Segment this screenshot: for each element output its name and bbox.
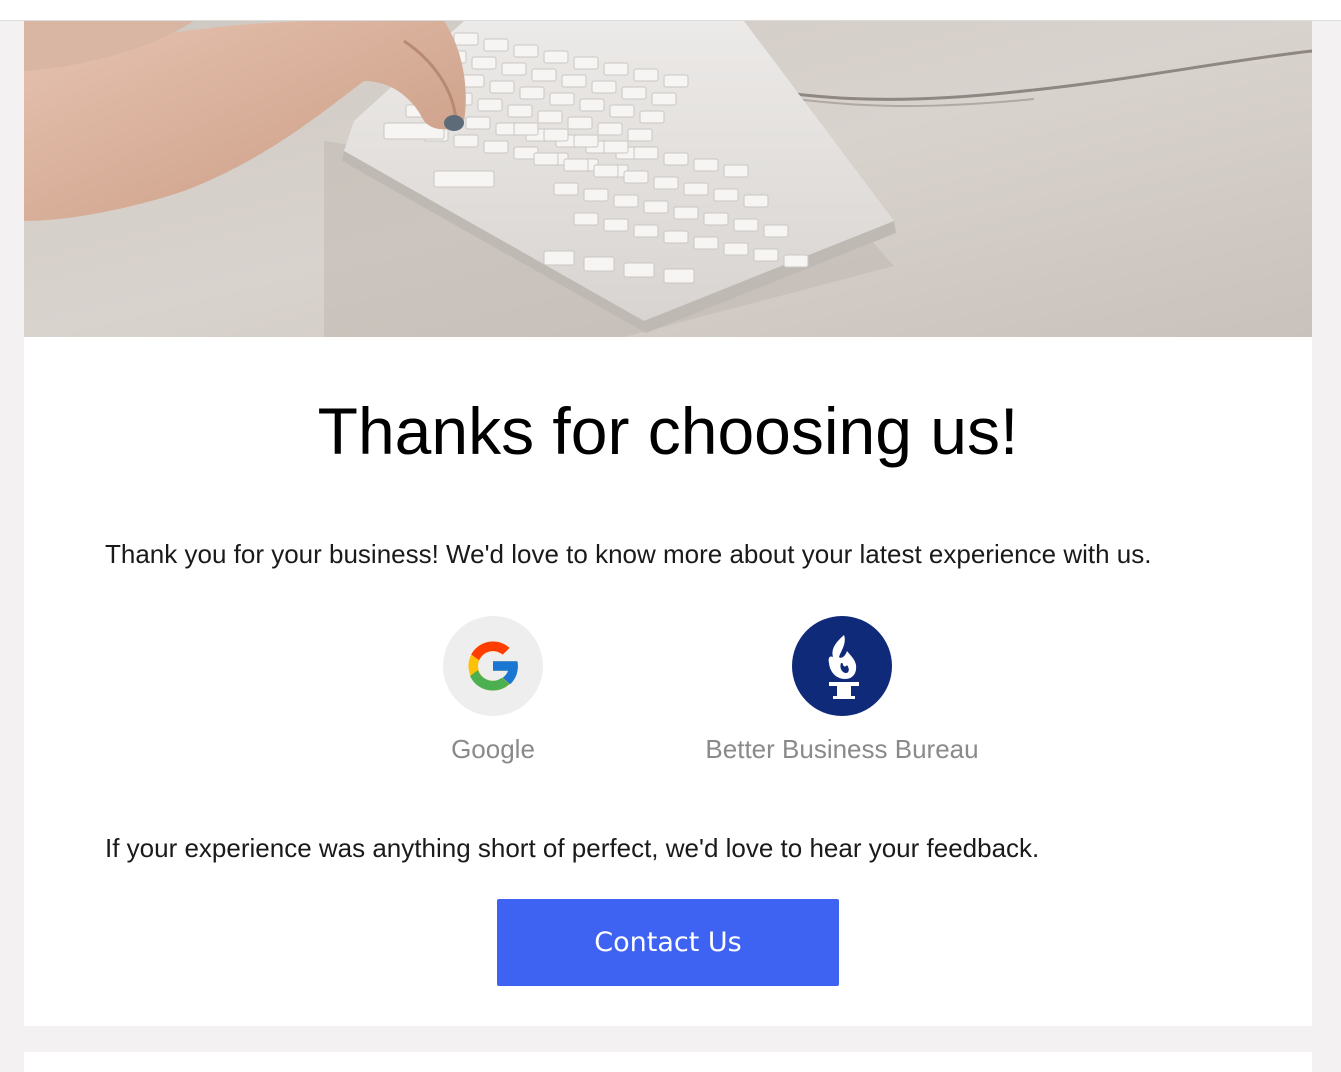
- hero-image-keyboard: [24, 21, 1312, 337]
- next-email-card: [24, 1052, 1312, 1072]
- bbb-torch-icon: [792, 616, 892, 716]
- contact-us-button[interactable]: Contact Us: [497, 899, 839, 986]
- google-review-link[interactable]: Google: [413, 616, 573, 766]
- google-label: Google: [451, 734, 535, 764]
- top-bar: [0, 0, 1341, 21]
- bbb-label: Better Business Bureau: [705, 734, 979, 764]
- bbb-review-link[interactable]: Better Business Bureau: [692, 616, 992, 766]
- intro-text: Thank you for your business! We'd love t…: [105, 539, 1152, 569]
- page-title: Thanks for choosing us!: [317, 394, 1019, 468]
- google-logo-icon: [443, 616, 543, 716]
- email-card: Thanks for choosing us! Thank you for yo…: [24, 21, 1312, 1026]
- feedback-text: If your experience was anything short of…: [105, 833, 1040, 863]
